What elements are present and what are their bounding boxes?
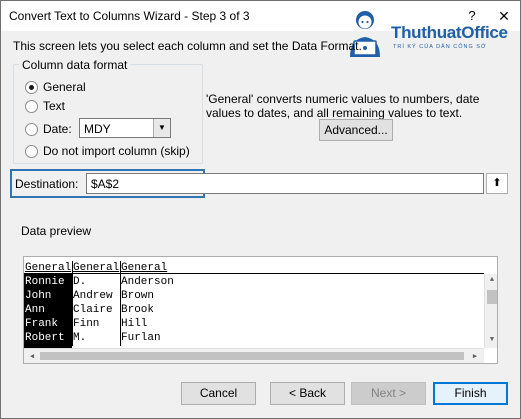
preview-cell: Ronnie [25, 276, 65, 288]
radio-general-button[interactable] [25, 80, 38, 94]
destination-label: Destination: [15, 177, 79, 191]
radio-general[interactable]: General [25, 80, 86, 94]
preview-row: Frank Finn Hill [24, 318, 484, 332]
scroll-down-icon[interactable]: ▼ [485, 336, 497, 344]
text-to-columns-dialog: Convert Text to Columns Wizard - Step 3 … [0, 0, 521, 419]
preview-row: Robert M. Furlan [24, 332, 484, 346]
radio-text-label: Text [43, 99, 66, 113]
preview-cell: M. [73, 332, 87, 344]
window-title: Convert Text to Columns Wizard - Step 3 … [9, 9, 250, 23]
preview-cell: Robert [25, 332, 65, 344]
preview-cell: D. [73, 276, 87, 288]
radio-skip-label: Do not import column (skip) [43, 144, 190, 158]
scroll-up-icon[interactable]: ▲ [485, 276, 497, 284]
preview-header-1[interactable]: General [25, 262, 71, 274]
range-select-icon[interactable]: ⬆ [486, 173, 508, 194]
radio-date-button[interactable] [25, 122, 38, 136]
preview-row: Ann Claire Brook [24, 304, 484, 318]
preview-row: Ronnie D. Anderson [24, 276, 484, 290]
horizontal-scrollbar[interactable]: ◀ ▶ [24, 348, 484, 363]
watermark-tagline: TRÍ KÝ CỦA DÂN CÔNG SỞ [393, 44, 487, 50]
radio-text[interactable]: Text [25, 99, 65, 113]
preview-label: Data preview [21, 224, 92, 238]
preview-cell: Hill [121, 318, 148, 330]
preview-cell: Anderson [121, 276, 174, 288]
preview-cell: Ann [25, 304, 45, 316]
preview-cell: Brook [121, 304, 155, 316]
radio-skip-button[interactable] [25, 144, 38, 158]
back-button[interactable]: < Back [270, 382, 345, 405]
data-preview[interactable]: General General General Ronnie D. Anders… [23, 256, 498, 364]
preview-row: John Andrew Brown [24, 290, 484, 304]
chevron-down-icon[interactable]: ▼ [153, 119, 170, 137]
preview-cell: Andrew [73, 290, 113, 302]
preview-cell: Finn [73, 318, 100, 330]
horizontal-scroll-thumb[interactable] [40, 352, 464, 360]
watermark-logo: ThuthuatOffice TRÍ KÝ CỦA DÂN CÔNG SỞ [341, 3, 521, 59]
preview-header-row: General General General [24, 257, 484, 274]
next-button[interactable]: Next > [351, 382, 426, 405]
scroll-right-icon[interactable]: ▶ [468, 352, 482, 361]
cancel-button[interactable]: Cancel [181, 382, 256, 405]
destination-input[interactable]: $A$2 [86, 173, 484, 194]
preview-cell: Brown [121, 290, 155, 302]
preview-header-2[interactable]: General [73, 262, 119, 274]
radio-text-button[interactable] [25, 99, 38, 113]
intro-text: This screen lets you select each column … [13, 39, 362, 53]
radio-date-label: Date: [43, 122, 72, 136]
radio-general-label: General [43, 80, 86, 94]
watermark-name: ThuthuatOffice [391, 23, 508, 42]
vertical-scroll-thumb[interactable] [487, 290, 497, 304]
scroll-left-icon[interactable]: ◀ [25, 352, 39, 361]
preview-header-3[interactable]: General [121, 262, 167, 274]
vertical-scrollbar[interactable]: ▲ ▼ [484, 274, 497, 348]
advanced-button[interactable]: Advanced... [319, 119, 393, 141]
date-format-select[interactable]: MDY ▼ [79, 118, 171, 138]
preview-cell: Furlan [121, 332, 161, 344]
finish-button[interactable]: Finish [433, 382, 508, 405]
preview-cell: John [25, 290, 52, 302]
preview-cell: Frank [25, 318, 59, 330]
radio-skip[interactable]: Do not import column (skip) [25, 144, 190, 158]
date-format-value: MDY [84, 122, 111, 136]
radio-date[interactable]: Date: [25, 122, 72, 136]
preview-cell: Claire [73, 304, 113, 316]
format-hint: 'General' converts numeric values to num… [206, 92, 480, 120]
column-format-legend: Column data format [19, 58, 131, 72]
